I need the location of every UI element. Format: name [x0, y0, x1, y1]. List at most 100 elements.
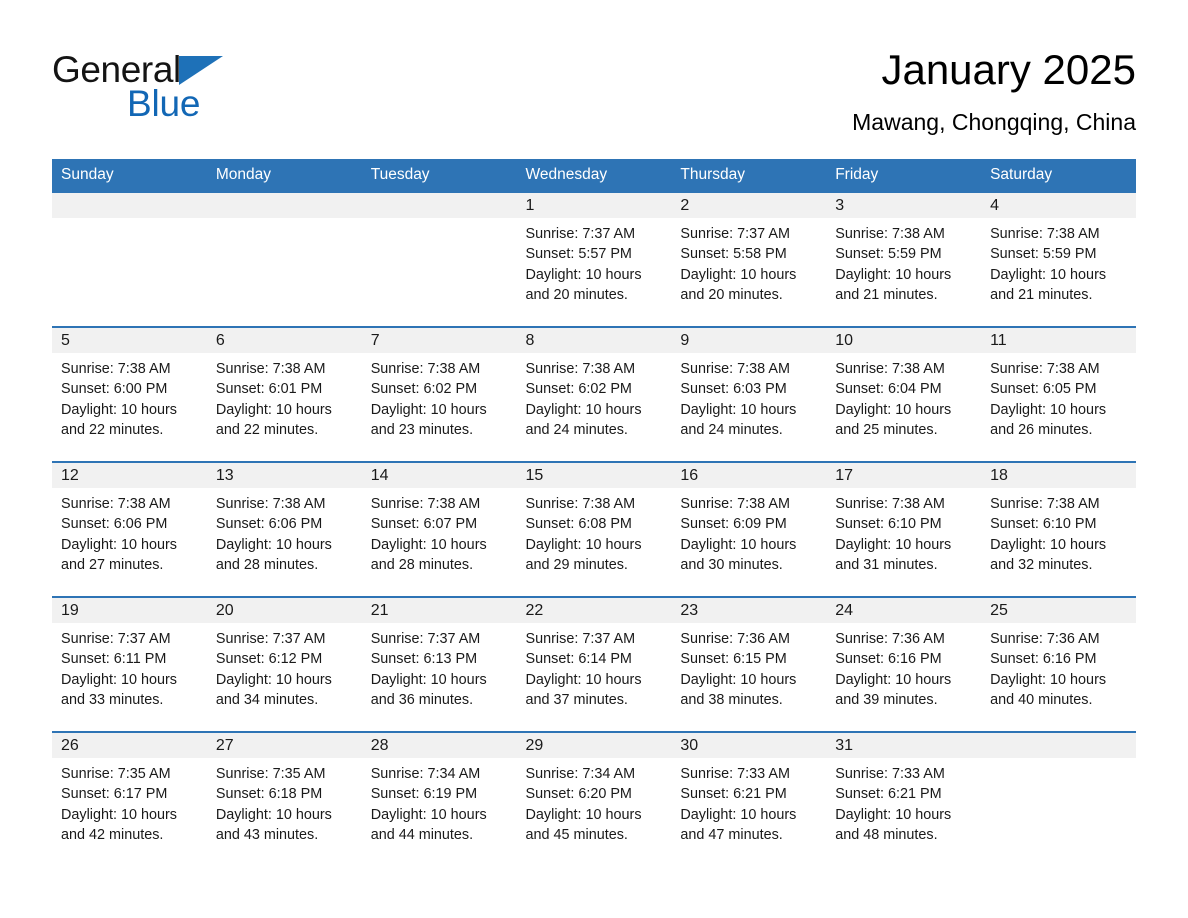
calendar-day-cell[interactable]: 6 Sunrise: 7:38 AM Sunset: 6:01 PM Daylight… — [206, 326, 362, 462]
daylight-text-line1: Daylight: 10 hours — [835, 401, 952, 418]
calendar-week-row: 1 Sunrise: 7:37 AM Sunset: 5:57 PM Daylight… — [52, 191, 1136, 327]
daylight-text-line2: and 28 minutes. — [215, 556, 319, 573]
daylight-text-line2: and 47 minutes. — [680, 826, 783, 843]
sunset-text: Sunset: 5:58 PM — [680, 246, 787, 263]
calendar-day-cell[interactable]: 11 Sunrise: 7:38 AM Sunset: 6:05 PM Dayligh… — [981, 326, 1136, 462]
calendar-day-cell[interactable]: 29 Sunrise: 7:34 AM Sunset: 6:20 PM Dayligh… — [516, 731, 672, 866]
day-details: Sunrise: 7:38 AM Sunset: 6:10 PM Daylight:… — [826, 488, 981, 575]
day-details: Sunrise: 7:36 AM Sunset: 6:15 PM Daylight:… — [671, 623, 826, 710]
sunset-text: Sunset: 6:00 PM — [61, 381, 168, 398]
calendar-day-cell[interactable]: 3 Sunrise: 7:38 AM Sunset: 5:59 PM Daylight… — [826, 191, 982, 327]
weekday-header-wednesday: Wednesday — [516, 159, 672, 192]
day-details: Sunrise: 7:34 AM Sunset: 6:19 PM Daylight:… — [362, 758, 517, 845]
logo-text-general: General — [52, 49, 181, 90]
weekday-header-thursday: Thursday — [671, 159, 827, 192]
calendar-day-cell[interactable]: 13 Sunrise: 7:38 AM Sunset: 6:06 PM Dayligh… — [206, 461, 362, 597]
calendar-day-cell[interactable]: 15 Sunrise: 7:38 AM Sunset: 6:08 PM Dayligh… — [516, 461, 672, 597]
daylight-text-line1: Daylight: 10 hours — [525, 671, 642, 688]
sunrise-text: Sunrise: 7:38 AM — [215, 496, 326, 512]
sunrise-text: Sunrise: 7:38 AM — [680, 361, 790, 377]
day-number: 4 — [981, 193, 1136, 218]
daylight-text-line2: and 28 minutes. — [370, 556, 474, 573]
calendar-day-cell[interactable]: 1 Sunrise: 7:37 AM Sunset: 5:57 PM Daylight… — [516, 191, 672, 327]
day-details: Sunrise: 7:37 AM Sunset: 5:58 PM Daylight:… — [671, 218, 826, 305]
day-details: Sunrise: 7:38 AM Sunset: 6:04 PM Daylight:… — [826, 353, 981, 440]
calendar-day-cell[interactable]: 28 Sunrise: 7:34 AM Sunset: 6:19 PM Dayligh… — [361, 731, 517, 866]
calendar-day-cell[interactable]: 17 Sunrise: 7:38 AM Sunset: 6:10 PM Dayligh… — [826, 461, 982, 597]
title-block: January 2025 Mawang, Chongqing, China — [852, 44, 1136, 136]
day-details: Sunrise: 7:38 AM Sunset: 6:09 PM Daylight:… — [671, 488, 826, 575]
daylight-text-line1: Daylight: 10 hours — [835, 266, 952, 283]
calendar-day-cell[interactable]: 19 Sunrise: 7:37 AM Sunset: 6:11 PM Dayligh… — [52, 596, 207, 732]
calendar-day-cell[interactable]: 10 Sunrise: 7:38 AM Sunset: 6:04 PM Dayligh… — [826, 326, 982, 462]
daylight-text-line2: and 23 minutes. — [370, 421, 474, 438]
daylight-text-line1: Daylight: 10 hours — [990, 671, 1107, 688]
day-details: Sunrise: 7:38 AM Sunset: 6:03 PM Daylight:… — [671, 353, 826, 440]
calendar-day-cell[interactable]: 8 Sunrise: 7:38 AM Sunset: 6:02 PM Daylight… — [516, 326, 672, 462]
day-details: Sunrise: 7:38 AM Sunset: 6:07 PM Daylight:… — [362, 488, 517, 575]
calendar-day-cell[interactable]: 27 Sunrise: 7:35 AM Sunset: 6:18 PM Dayligh… — [206, 731, 362, 866]
day-number: 16 — [671, 463, 827, 488]
daylight-text-line2: and 42 minutes. — [61, 826, 164, 843]
calendar-day-cell[interactable]: 9 Sunrise: 7:38 AM Sunset: 6:03 PM Daylight… — [671, 326, 827, 462]
day-details: Sunrise: 7:38 AM Sunset: 6:10 PM Daylight:… — [981, 488, 1136, 575]
sunset-text: Sunset: 6:20 PM — [525, 786, 632, 803]
calendar-week-row: 12 Sunrise: 7:38 AM Sunset: 6:06 PM Dayligh… — [52, 461, 1136, 597]
sunrise-text: Sunrise: 7:38 AM — [990, 361, 1100, 377]
sunrise-text: Sunrise: 7:35 AM — [61, 766, 171, 782]
calendar-day-cell[interactable]: 23 Sunrise: 7:36 AM Sunset: 6:15 PM Dayligh… — [671, 596, 827, 732]
sunset-text: Sunset: 6:01 PM — [215, 381, 323, 398]
calendar-day-cell[interactable]: 5 Sunrise: 7:38 AM Sunset: 6:00 PM Daylight… — [52, 326, 207, 462]
daylight-text-line1: Daylight: 10 hours — [61, 401, 177, 418]
calendar-day-cell[interactable]: 7 Sunrise: 7:38 AM Sunset: 6:02 PM Daylight… — [361, 326, 517, 462]
day-details: Sunrise: 7:38 AM Sunset: 6:05 PM Daylight:… — [981, 353, 1136, 440]
calendar-day-cell[interactable]: 31 Sunrise: 7:33 AM Sunset: 6:21 PM Dayligh… — [826, 731, 982, 866]
sunset-text: Sunset: 6:08 PM — [525, 516, 632, 533]
daylight-text-line1: Daylight: 10 hours — [370, 671, 487, 688]
daylight-text-line2: and 34 minutes. — [215, 691, 319, 708]
sunrise-text: Sunrise: 7:38 AM — [61, 496, 171, 512]
day-details: Sunrise: 7:38 AM Sunset: 6:08 PM Daylight:… — [517, 488, 672, 575]
daylight-text-line2: and 43 minutes. — [215, 826, 319, 843]
calendar-day-cell[interactable]: 24 Sunrise: 7:36 AM Sunset: 6:16 PM Dayligh… — [826, 596, 982, 732]
daylight-text-line1: Daylight: 10 hours — [680, 536, 797, 553]
day-number: 24 — [826, 598, 982, 623]
sunrise-text: Sunrise: 7:33 AM — [680, 766, 790, 782]
day-number — [981, 733, 1136, 758]
general-blue-logo: General Blue — [52, 50, 312, 136]
weekday-header-saturday: Saturday — [981, 159, 1136, 192]
sunset-text: Sunset: 6:09 PM — [680, 516, 787, 533]
sunset-text: Sunset: 6:11 PM — [61, 651, 167, 668]
calendar-day-cell[interactable]: 2 Sunrise: 7:37 AM Sunset: 5:58 PM Daylight… — [671, 191, 827, 327]
calendar-day-cell[interactable]: 25 Sunrise: 7:36 AM Sunset: 6:16 PM Dayligh… — [981, 596, 1136, 732]
day-details: Sunrise: 7:35 AM Sunset: 6:18 PM Daylight:… — [207, 758, 362, 845]
calendar-day-cell[interactable]: 21 Sunrise: 7:37 AM Sunset: 6:13 PM Dayligh… — [361, 596, 517, 732]
sunrise-text: Sunrise: 7:36 AM — [835, 631, 945, 647]
calendar-day-cell[interactable]: 4 Sunrise: 7:38 AM Sunset: 5:59 PM Daylight… — [981, 191, 1136, 327]
calendar-day-cell[interactable]: 20 Sunrise: 7:37 AM Sunset: 6:12 PM Dayligh… — [206, 596, 362, 732]
calendar-day-cell[interactable]: 30 Sunrise: 7:33 AM Sunset: 6:21 PM Dayligh… — [671, 731, 827, 866]
calendar-day-cell[interactable]: 16 Sunrise: 7:38 AM Sunset: 6:09 PM Dayligh… — [671, 461, 827, 597]
sunset-text: Sunset: 6:17 PM — [61, 786, 168, 803]
calendar-day-cell[interactable]: 22 Sunrise: 7:37 AM Sunset: 6:14 PM Dayligh… — [516, 596, 672, 732]
calendar-week-row: 5 Sunrise: 7:38 AM Sunset: 6:00 PM Daylight… — [52, 326, 1136, 462]
calendar-day-cell[interactable]: 18 Sunrise: 7:38 AM Sunset: 6:10 PM Dayligh… — [981, 461, 1136, 597]
daylight-text-line2: and 30 minutes. — [680, 556, 783, 573]
day-details: Sunrise: 7:38 AM Sunset: 5:59 PM Daylight:… — [981, 218, 1136, 305]
daylight-text-line2: and 45 minutes. — [525, 826, 628, 843]
calendar-day-cell[interactable]: 14 Sunrise: 7:38 AM Sunset: 6:07 PM Dayligh… — [361, 461, 517, 597]
sunset-text: Sunset: 6:16 PM — [835, 651, 942, 668]
calendar-day-cell[interactable]: 12 Sunrise: 7:38 AM Sunset: 6:06 PM Dayligh… — [52, 461, 207, 597]
day-details: Sunrise: 7:36 AM Sunset: 6:16 PM Daylight:… — [826, 623, 981, 710]
day-number: 28 — [361, 733, 517, 758]
sunrise-text: Sunrise: 7:38 AM — [680, 496, 790, 512]
day-number — [206, 193, 362, 218]
sunrise-text: Sunrise: 7:37 AM — [61, 631, 171, 647]
calendar-day-cell[interactable]: 26 Sunrise: 7:35 AM Sunset: 6:17 PM Dayligh… — [52, 731, 207, 866]
day-details: Sunrise: 7:38 AM Sunset: 6:06 PM Daylight:… — [52, 488, 207, 575]
daylight-text-line1: Daylight: 10 hours — [215, 806, 332, 823]
day-details: Sunrise: 7:34 AM Sunset: 6:20 PM Daylight:… — [517, 758, 672, 845]
day-details: Sunrise: 7:35 AM Sunset: 6:17 PM Daylight:… — [52, 758, 207, 845]
daylight-text-line1: Daylight: 10 hours — [680, 401, 797, 418]
weekday-header-friday: Friday — [826, 159, 982, 192]
